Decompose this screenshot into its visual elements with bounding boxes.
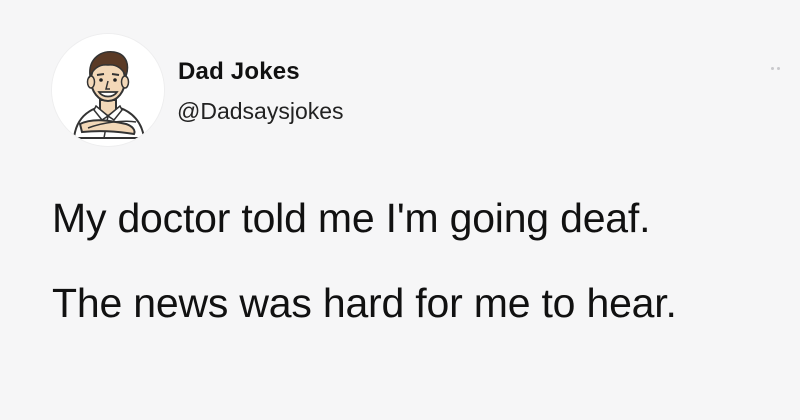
cartoon-dad-avatar-icon [52,34,164,146]
more-options-dots-icon[interactable] [760,58,790,78]
dot [770,66,774,70]
dot [776,66,780,70]
author-handle[interactable]: @Dadsaysjokes [177,98,344,125]
author-avatar[interactable] [52,34,164,146]
tweet-card: Dad Jokes @Dadsaysjokes My doctor told m… [0,0,800,420]
author-display-name[interactable]: Dad Jokes [178,58,300,86]
tweet-text-line: The news was hard for me to hear. [52,280,677,326]
tweet-text-line: My doctor told me I'm going deaf. [52,195,651,241]
